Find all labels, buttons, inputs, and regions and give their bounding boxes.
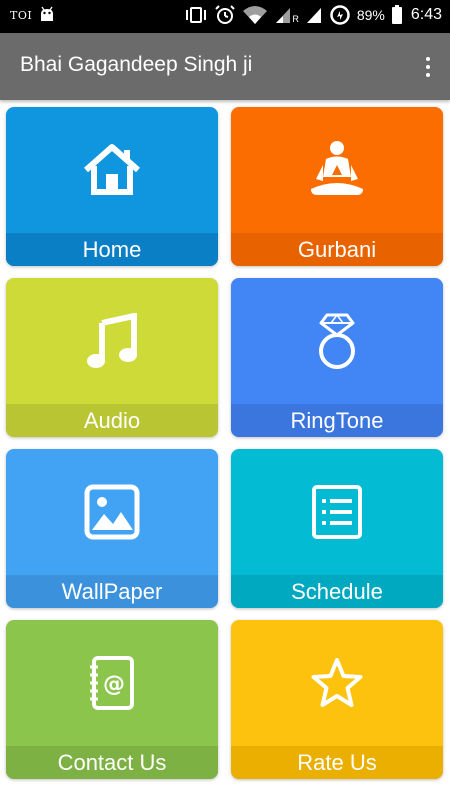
overflow-menu-icon[interactable]: [418, 53, 438, 81]
signal-icon: [305, 5, 323, 25]
meditation-icon: [231, 135, 443, 205]
battery-percentage: 89%: [356, 7, 385, 23]
home-icon: [6, 135, 218, 205]
android-debug-icon: [38, 6, 56, 24]
tile-schedule[interactable]: Schedule: [231, 449, 443, 608]
battery-icon: [391, 5, 403, 25]
tile-label: Gurbani: [231, 233, 443, 266]
network-label: R: [292, 14, 299, 24]
wifi-icon: [242, 5, 268, 25]
tile-label: Home: [6, 233, 218, 266]
tile-label: Rate Us: [231, 746, 443, 779]
star-icon: [231, 648, 443, 718]
tile-label: Contact Us: [6, 746, 218, 779]
tile-contact-us[interactable]: @ Contact Us: [6, 620, 218, 779]
alarm-icon: [214, 4, 236, 26]
tile-ringtone[interactable]: RingTone: [231, 278, 443, 437]
contact-book-icon: @: [6, 648, 218, 718]
tile-label: Schedule: [231, 575, 443, 608]
diamond-ring-icon: [231, 306, 443, 376]
status-right: R 89% 6:43: [184, 4, 442, 26]
vibrate-icon: [184, 5, 208, 25]
tile-label: Audio: [6, 404, 218, 437]
toi-icon: TOI: [10, 8, 33, 22]
tile-rate-us[interactable]: Rate Us: [231, 620, 443, 779]
music-note-icon: [6, 306, 218, 376]
image-icon: [6, 477, 218, 547]
status-left: TOI: [10, 6, 56, 24]
tile-home[interactable]: Home: [6, 107, 218, 266]
tile-wallpaper[interactable]: WallPaper: [6, 449, 218, 608]
status-bar: TOI R 89% 6:43: [0, 0, 450, 33]
signal-icon: [274, 5, 292, 25]
schedule-list-icon: [231, 477, 443, 547]
clock: 6:43: [410, 6, 442, 23]
tile-label: WallPaper: [6, 575, 218, 608]
data-saver-icon: [329, 4, 351, 26]
tile-gurbani[interactable]: Gurbani: [231, 107, 443, 266]
app-title: Bhai Gagandeep Singh ji: [20, 53, 253, 76]
tile-audio[interactable]: Audio: [6, 278, 218, 437]
svg-text:@: @: [103, 672, 125, 697]
tile-label: RingTone: [231, 404, 443, 437]
app-bar: Bhai Gagandeep Singh ji: [0, 33, 450, 100]
